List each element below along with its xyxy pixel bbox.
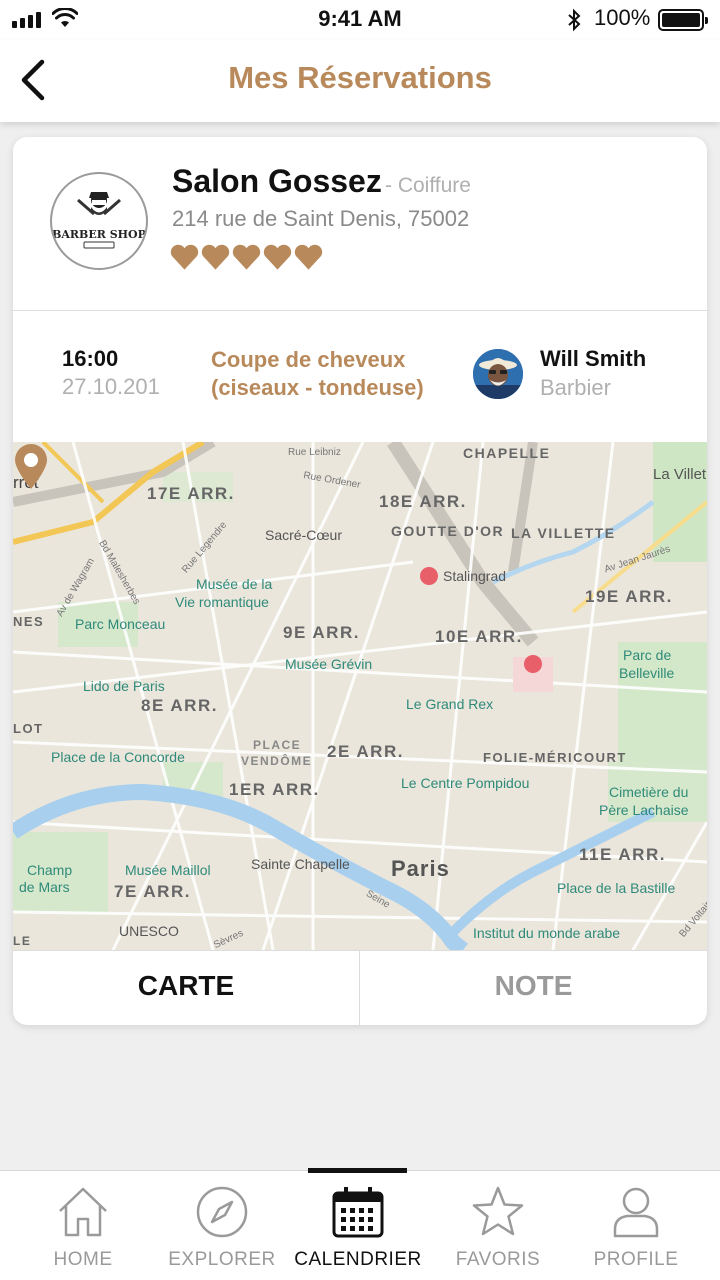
map-label: GOUTTE D'OR [391,523,505,539]
nav-favoris[interactable]: FAVORIS [428,1171,568,1280]
map-label: Belleville [619,665,675,681]
map-label: 9E ARR. [283,623,360,642]
map-label: Vie romantique [175,594,269,610]
booking-date: 27.10.201 [62,374,160,399]
heart-icon [294,244,323,270]
map-label: 7E ARR. [114,882,191,901]
map-label: Lido de Paris [83,678,165,694]
map-label: 2E ARR. [327,742,404,761]
location-pin-icon[interactable] [13,442,49,490]
salon-name: Salon Gossez [172,163,382,199]
map-label: Musée Grévin [285,656,373,672]
map-label: La Villet [653,466,707,483]
map-label: Le Centre Pompidou [401,775,530,791]
map-label: Place de la Bastille [557,880,676,896]
barber-role: Barbier [540,375,611,400]
map-label: Cimetière du [609,784,689,800]
salon-logo: BARBER SHOP [50,172,148,270]
map-label: Parc de [623,647,672,663]
home-icon [59,1187,107,1237]
map-view[interactable]: 17E ARR. 18E ARR. 19E ARR. 9E ARR. 10E A… [13,442,707,950]
service-line-2: (ciseaux - tondeuse) [211,375,424,400]
nav-calendrier-label: CALENDRIER [294,1249,422,1270]
map-label: Place de la Concorde [51,749,185,765]
map-label: Parc Monceau [75,616,166,632]
barber-avatar[interactable] [473,349,523,399]
map-background [13,442,707,950]
nav-profile[interactable]: PROFILE [566,1171,706,1280]
salon-category: - Coiffure [385,174,471,197]
map-label: Père Lachaise [599,802,689,818]
map-label: 19E ARR. [585,587,673,606]
nav-favoris-label: FAVORIS [455,1249,541,1270]
map-label: LA VILLETTE [511,525,616,541]
map-label: 10E ARR. [435,627,523,646]
app-header: Mes Réservations [0,40,720,122]
logo-text: BARBER SHOP [52,228,146,241]
bottom-nav: HOME EXPLORER CALENDRIER FAVORIS PROFILE [0,1168,720,1280]
map-label: NES [13,614,45,629]
heart-icon [232,244,261,270]
map-label: Institut du monde arabe [473,925,621,941]
rating-hearts [170,243,323,271]
tab-note[interactable]: NOTE [360,951,707,1025]
salon-info[interactable]: BARBER SHOP Salon Gossez - Coiffure 214 … [13,137,707,311]
map-label: 8E ARR. [141,696,218,715]
map-label: PLACE [253,738,302,752]
status-bar: 9:41 AM 100% [0,0,720,40]
nav-explorer-label: EXPLORER [168,1249,276,1270]
map-label: LE [13,934,32,948]
map-label: Musée de la [196,576,273,592]
user-icon [613,1187,659,1238]
page-title: Mes Réservations [228,60,492,95]
map-label: Paris [391,856,450,881]
nav-profile-label: PROFILE [593,1249,679,1270]
map-label: de Mars [19,879,70,895]
nav-calendrier[interactable]: CALENDRIER [288,1171,428,1280]
nav-explorer[interactable]: EXPLORER [152,1171,292,1280]
calendar-icon [332,1187,384,1238]
barber-name: Will Smith [540,346,647,371]
tab-carte[interactable]: CARTE [13,951,360,1025]
map-label: CHAPELLE [463,445,551,461]
map-label: Stalingrad [443,568,507,584]
map-label: VENDÔME [241,754,313,768]
map-label: Rue Leibniz [288,447,341,458]
compass-icon [196,1186,248,1238]
bluetooth-icon [568,8,581,32]
battery-percent: 100% [594,5,651,30]
booking-time: 16:00 [62,346,119,371]
map-label: Champ [27,862,73,878]
heart-icon [170,244,199,270]
star-icon [472,1186,524,1236]
booking-details: 16:00 27.10.201 Coupe de cheveux (ciseau… [13,311,707,442]
map-label: 18E ARR. [379,492,467,511]
map-label: Le Grand Rex [406,696,494,712]
map-label: Sacré-Cœur [265,527,343,543]
nav-home-label: HOME [53,1249,113,1270]
map-label: UNESCO [119,923,179,939]
map-label: Sainte Chapelle [251,856,350,872]
heart-icon [201,244,230,270]
map-label: LOT [13,721,44,736]
map-label: 17E ARR. [147,484,235,503]
map-label: Musée Maillol [125,862,211,878]
battery-icon [658,9,708,31]
service-line-1: Coupe de cheveux [211,347,406,372]
heart-icon [263,244,292,270]
nav-home[interactable]: HOME [13,1171,153,1280]
card-tabs: CARTE NOTE [13,950,707,1025]
booking-service: Coupe de cheveux (ciseaux - tondeuse) [211,346,424,402]
reservation-card: BARBER SHOP Salon Gossez - Coiffure 214 … [13,137,707,1025]
salon-address: 214 rue de Saint Denis, 75002 [172,206,470,231]
map-label: FOLIE-MÉRICOURT [483,750,627,765]
map-label: 1ER ARR. [229,780,320,799]
map-label: 11E ARR. [579,845,666,864]
